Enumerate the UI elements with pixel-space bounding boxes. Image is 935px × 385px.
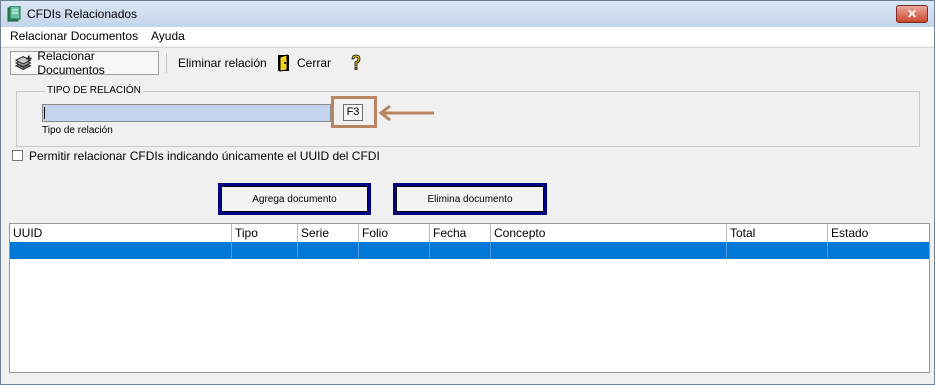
help-button[interactable] [350, 51, 362, 75]
close-window-button[interactable]: ✕ [896, 5, 928, 23]
tipo-relacion-label: Tipo de relación [42, 125, 113, 136]
elimina-documento-label: Elimina documento [427, 193, 513, 205]
uuid-only-checkbox[interactable] [12, 150, 23, 161]
door-exit-icon [278, 54, 289, 72]
title-bar[interactable]: CFDIs Relacionados ✕ [1, 1, 934, 27]
help-question-icon [351, 54, 361, 70]
cell-fecha[interactable] [430, 242, 491, 259]
tipo-relacion-group-title: TIPO DE RELACIÓN [45, 85, 143, 96]
agrega-documento-label: Agrega documento [252, 193, 337, 205]
column-header-fecha[interactable]: Fecha [430, 224, 491, 242]
close-icon: ✕ [906, 7, 918, 21]
cell-serie[interactable] [298, 242, 359, 259]
elimina-documento-button[interactable]: Elimina documento [393, 183, 547, 215]
window-title: CFDIs Relacionados [27, 7, 138, 21]
eliminar-relacion-button[interactable]: Eliminar relación [178, 51, 267, 75]
cell-estado[interactable] [828, 242, 929, 259]
annotation-arrow-icon [378, 105, 434, 121]
documents-stack-icon [14, 55, 32, 70]
grid-header: UUID Tipo relación Serie Folio Fecha Con… [10, 224, 929, 258]
column-header-uuid[interactable]: UUID [10, 224, 232, 242]
cfdis-window: CFDIs Relacionados ✕ Relacionar Document… [0, 0, 935, 385]
cell-tipo-relacion[interactable] [232, 242, 298, 259]
menu-relacionar-documentos[interactable]: Relacionar Documentos [10, 29, 138, 43]
text-caret [44, 107, 45, 119]
menu-ayuda[interactable]: Ayuda [151, 29, 185, 43]
agrega-documento-button[interactable]: Agrega documento [218, 183, 371, 215]
cell-concepto[interactable] [491, 242, 727, 259]
eliminar-relacion-label: Eliminar relación [178, 56, 267, 70]
toolbar-separator [166, 53, 167, 73]
relacionar-documentos-button[interactable]: Relacionar Documentos [10, 49, 159, 77]
annotation-highlight-box [331, 96, 377, 128]
column-header-total[interactable]: Total [727, 224, 828, 242]
menu-bar: Relacionar Documentos Ayuda [1, 27, 934, 46]
cerrar-label: Cerrar [297, 56, 332, 70]
relacionar-documentos-label: Relacionar Documentos [37, 49, 105, 77]
table-row-selected[interactable] [10, 242, 929, 259]
tipo-relacion-input[interactable] [42, 104, 331, 122]
cell-total[interactable] [727, 242, 828, 259]
documents-grid[interactable]: UUID Tipo relación Serie Folio Fecha Con… [9, 223, 930, 373]
cell-folio[interactable] [359, 242, 430, 259]
toolbar: Relacionar Documentos Eliminar relación … [1, 47, 934, 80]
column-header-serie[interactable]: Serie [298, 224, 359, 242]
app-icon [7, 6, 21, 22]
column-header-concepto[interactable]: Concepto [491, 224, 727, 242]
cerrar-button[interactable]: Cerrar [277, 51, 331, 75]
column-header-folio[interactable]: Folio [359, 224, 430, 242]
cell-uuid[interactable] [10, 242, 232, 259]
uuid-only-label[interactable]: Permitir relacionar CFDIs indicando únic… [29, 149, 380, 163]
column-header-tipo-relacion[interactable]: Tipo relación [232, 224, 298, 258]
column-header-estado[interactable]: Estado [828, 224, 929, 242]
